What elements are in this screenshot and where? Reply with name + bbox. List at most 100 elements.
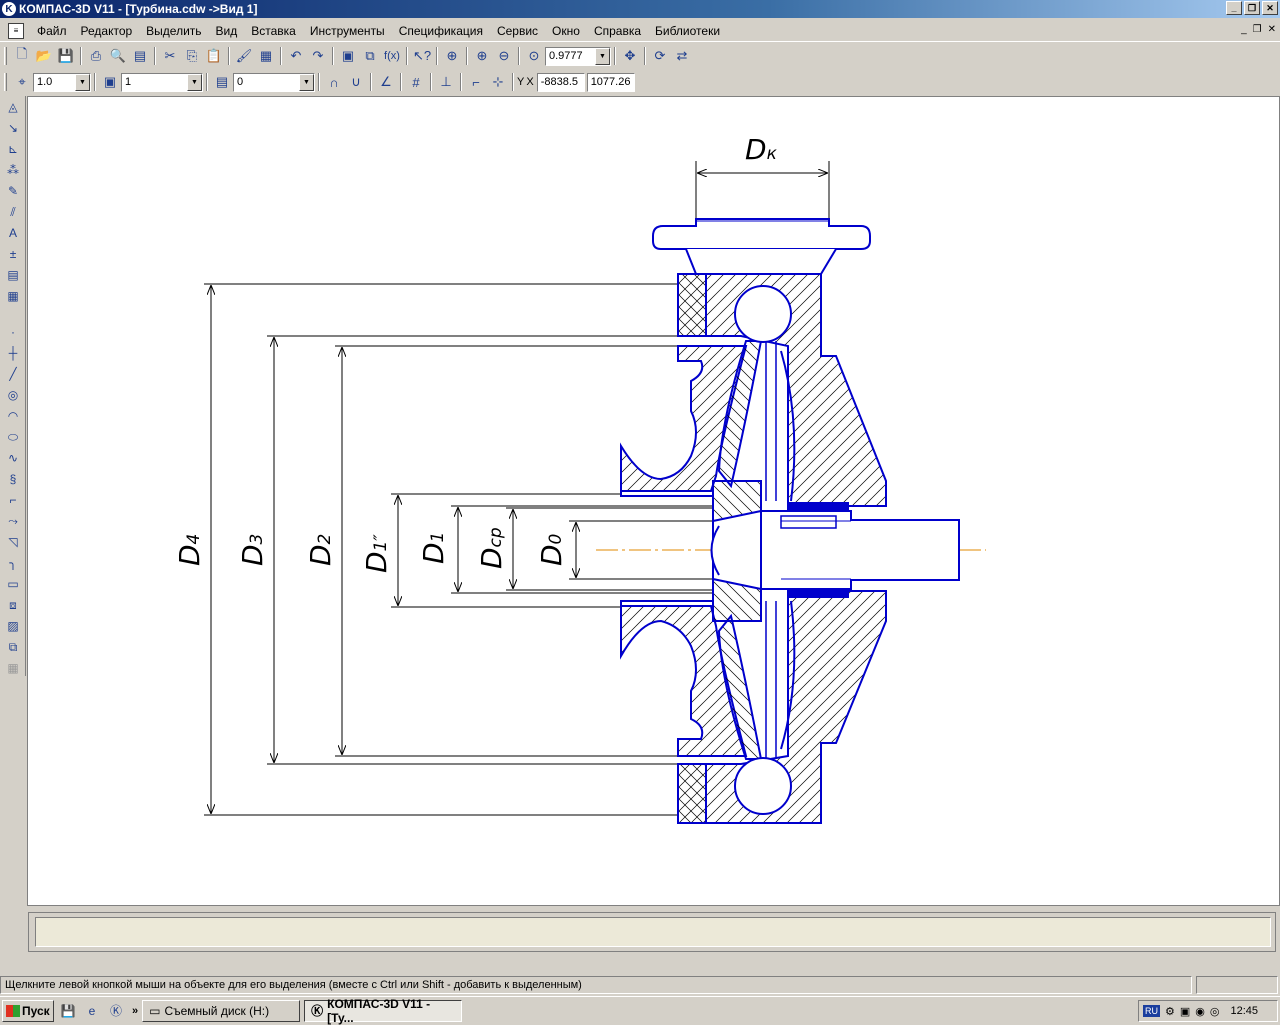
open-folder-icon[interactable]: 📂	[33, 45, 55, 67]
menu-help[interactable]: Справка	[587, 24, 648, 38]
coord-y-field[interactable]: 1077.26	[586, 72, 635, 92]
local-snap-icon[interactable]: ∪	[345, 71, 367, 93]
arc-icon[interactable]: ◠	[3, 406, 23, 426]
circle-icon[interactable]: ◎	[3, 385, 23, 405]
kompas-app-icon[interactable]: K	[2, 2, 16, 16]
contour-icon[interactable]: ⧉	[3, 637, 23, 657]
restore-button[interactable]: ❐	[1244, 1, 1260, 15]
chevron-down-icon[interactable]: ▼	[299, 73, 314, 91]
menu-insert[interactable]: Вставка	[244, 24, 303, 38]
tray-monitor-icon[interactable]: ▣	[1180, 1005, 1190, 1018]
tray-app-icon[interactable]: ◎	[1210, 1005, 1220, 1018]
angle-snap-icon[interactable]: ∠	[375, 71, 397, 93]
menu-editor[interactable]: Редактор	[74, 24, 140, 38]
cut-icon[interactable]: ✂	[159, 45, 181, 67]
associative-views-icon[interactable]: ±	[3, 244, 23, 264]
chevron-down-icon[interactable]: ▼	[595, 47, 610, 65]
library-icon[interactable]: ⧉	[359, 45, 381, 67]
polyline-icon[interactable]: ⌐	[3, 490, 23, 510]
format-brush-icon[interactable]: 🖌	[233, 45, 255, 67]
toolbar-grip[interactable]	[4, 47, 7, 65]
snap-magnet-icon[interactable]: ∩	[323, 71, 345, 93]
aux-line-icon[interactable]: ┼	[3, 343, 23, 363]
menu-file[interactable]: Файл	[30, 24, 74, 38]
copy-icon[interactable]: ⎘	[181, 45, 203, 67]
zoom-window-icon[interactable]: ⊕	[441, 45, 463, 67]
properties-area[interactable]	[35, 917, 1271, 947]
layer-combo[interactable]: 0 ▼	[233, 72, 315, 92]
variables-icon[interactable]: f(x)	[381, 45, 403, 67]
chevron-down-icon[interactable]: ▼	[187, 73, 202, 91]
spec-icon[interactable]: ▤	[3, 265, 23, 285]
chevron-down-icon[interactable]: ▼	[75, 73, 90, 91]
parametrization-icon[interactable]: ✎	[3, 181, 23, 201]
chamfer-icon[interactable]: ◹	[3, 532, 23, 552]
reports-icon[interactable]: ▦	[3, 286, 23, 306]
layer-state-icon[interactable]: ▤	[211, 71, 233, 93]
ortho-icon[interactable]: ⌐	[465, 71, 487, 93]
ellipse-icon[interactable]: ⬭	[3, 427, 23, 447]
segment-icon[interactable]: ╱	[3, 364, 23, 384]
context-help-icon[interactable]: ↖?	[411, 45, 433, 67]
menu-specification[interactable]: Спецификация	[392, 24, 490, 38]
fillet-icon[interactable]: ╮	[3, 553, 23, 573]
step-combo[interactable]: 1.0 ▼	[33, 72, 91, 92]
edit-icon[interactable]: ⁂	[3, 160, 23, 180]
coord-x-field[interactable]: -8838.5	[536, 72, 585, 92]
hatch-icon[interactable]: ▨	[3, 616, 23, 636]
designations-icon[interactable]: ⊾	[3, 139, 23, 159]
document-icon[interactable]: ≡	[8, 22, 24, 39]
menu-select[interactable]: Выделить	[139, 24, 208, 38]
doc-restore-button[interactable]: ❐	[1253, 24, 1262, 35]
print-preview-icon[interactable]: 🔍	[107, 45, 129, 67]
minimize-button[interactable]: _	[1226, 1, 1242, 15]
zoom-scale-icon[interactable]: ⊙	[523, 45, 545, 67]
rectangle-icon[interactable]: ▭	[3, 574, 23, 594]
task-removable-disk[interactable]: ▭ Съемный диск (H:)	[142, 999, 301, 1022]
kompas-quicklaunch-icon[interactable]: Ⓚ	[106, 1001, 126, 1021]
refresh-view-icon[interactable]: ⟳	[649, 45, 671, 67]
manager-icon[interactable]: ▣	[337, 45, 359, 67]
quicklaunch-more[interactable]: »	[132, 1005, 138, 1017]
zoom-in-icon[interactable]: ⊕	[471, 45, 493, 67]
measure-icon[interactable]: ⫽	[3, 202, 23, 222]
rebuild-icon[interactable]: ⇄	[671, 45, 693, 67]
zoom-combo[interactable]: 0.9777 ▼	[545, 46, 611, 66]
menu-tools[interactable]: Инструменты	[303, 24, 392, 38]
tray-sound-icon[interactable]: ◉	[1195, 1005, 1205, 1018]
paste-icon[interactable]: 📋	[203, 45, 225, 67]
selection-icon[interactable]: A	[3, 223, 23, 243]
menu-libraries[interactable]: Библиотеки	[648, 24, 727, 38]
print-icon[interactable]: ⎙	[85, 45, 107, 67]
menu-view[interactable]: Вид	[209, 24, 245, 38]
dimensions-icon[interactable]: ↘	[3, 118, 23, 138]
language-indicator[interactable]: RU	[1143, 1005, 1160, 1017]
spline-icon[interactable]: ∿	[3, 448, 23, 468]
equidistant-icon[interactable]: ⧈	[3, 595, 23, 615]
start-button[interactable]: Пуск	[2, 999, 54, 1022]
menu-window[interactable]: Окно	[545, 24, 587, 38]
undo-icon[interactable]: ↶	[285, 45, 307, 67]
properties-icon[interactable]: ▦	[255, 45, 277, 67]
menu-service[interactable]: Сервис	[490, 24, 545, 38]
geometry-icon[interactable]: ◬	[3, 97, 23, 117]
pan-icon[interactable]: ✥	[619, 45, 641, 67]
grid-icon[interactable]: #	[405, 71, 427, 93]
round-coords-icon[interactable]: ⊹	[487, 71, 509, 93]
tray-network-icon[interactable]: ⚙	[1165, 1005, 1175, 1018]
doc-close-button[interactable]: ✕	[1268, 24, 1276, 35]
view-state-icon[interactable]: ▣	[99, 71, 121, 93]
nurbs-icon[interactable]: ⤳	[3, 511, 23, 531]
cursor-step-icon[interactable]: ⌖	[11, 71, 33, 93]
zoom-out-icon[interactable]: ⊖	[493, 45, 515, 67]
bezier-icon[interactable]: §	[3, 469, 23, 489]
local-cs-icon[interactable]: ⊥	[435, 71, 457, 93]
save-quicklaunch-icon[interactable]: 💾	[58, 1001, 78, 1021]
view-combo[interactable]: 1 ▼	[121, 72, 203, 92]
point-icon[interactable]: ·	[3, 322, 23, 342]
save-icon[interactable]: 💾	[55, 45, 77, 67]
ie-quicklaunch-icon[interactable]: e	[82, 1001, 102, 1021]
redo-icon[interactable]: ↷	[307, 45, 329, 67]
doc-minimize-button[interactable]: _	[1241, 24, 1247, 35]
preview-icon[interactable]: ▤	[129, 45, 151, 67]
